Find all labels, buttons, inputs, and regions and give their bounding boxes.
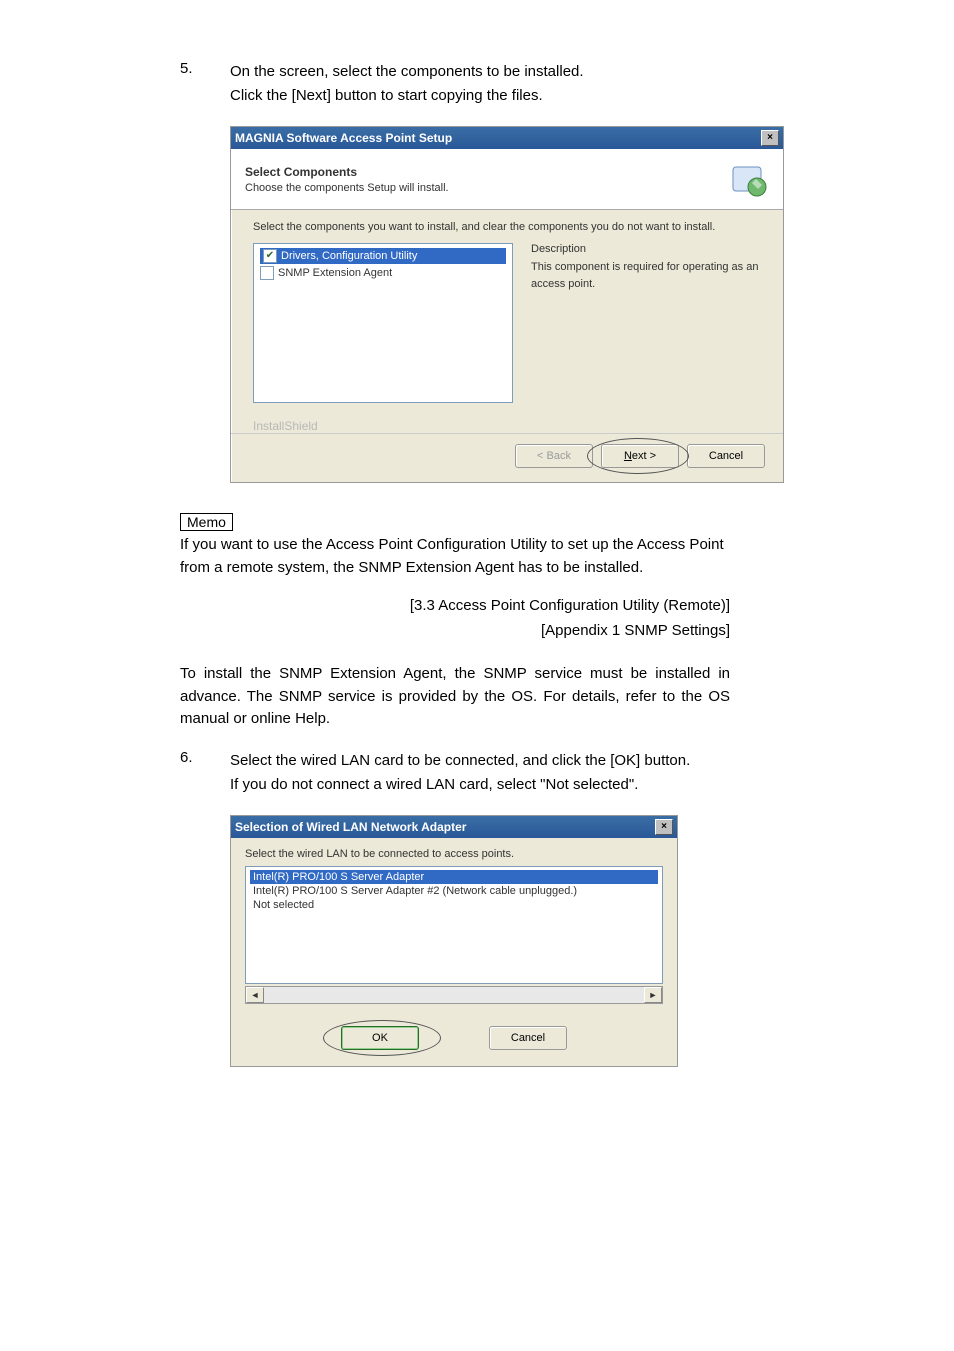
snmp-paragraph: To install the SNMP Extension Agent, the… <box>180 663 730 731</box>
dialog-title: Selection of Wired LAN Network Adapter <box>235 820 466 834</box>
step-number: 5. <box>180 60 230 108</box>
step-text: Select the wired LAN card to be connecte… <box>230 749 730 797</box>
installer-icon <box>729 159 769 199</box>
step-text: On the screen, select the components to … <box>230 60 730 108</box>
adapter-option-3[interactable]: Not selected <box>250 898 658 912</box>
dialog-subheading: Choose the components Setup will install… <box>245 182 449 194</box>
adapter-listbox[interactable]: Intel(R) PRO/100 S Server Adapter Intel(… <box>245 866 663 984</box>
horizontal-scrollbar[interactable]: ◄ ► <box>245 986 663 1004</box>
memo-label: Memo <box>180 513 233 531</box>
next-button[interactable]: Next > <box>601 444 679 468</box>
component-item-snmp[interactable]: SNMP Extension Agent <box>260 266 506 280</box>
scroll-right-icon[interactable]: ► <box>644 987 662 1003</box>
back-button: < Back <box>515 444 593 468</box>
installshield-brand: InstallShield <box>231 411 783 433</box>
select-components-dialog: MAGNIA Software Access Point Setup × Sel… <box>230 126 784 483</box>
step-number: 6. <box>180 749 230 797</box>
adapter-option-1[interactable]: Intel(R) PRO/100 S Server Adapter <box>250 870 658 884</box>
cancel-button[interactable]: Cancel <box>687 444 765 468</box>
description-text: This component is required for operating… <box>531 259 761 292</box>
dialog-title: MAGNIA Software Access Point Setup <box>235 131 452 145</box>
cancel-button[interactable]: Cancel <box>489 1026 567 1050</box>
adapter-option-2[interactable]: Intel(R) PRO/100 S Server Adapter #2 (Ne… <box>250 884 658 898</box>
components-listbox[interactable]: ✔ Drivers, Configuration Utility SNMP Ex… <box>253 243 513 403</box>
close-icon[interactable]: × <box>655 819 673 835</box>
reference-link-1: [3.3 Access Point Configuration Utility … <box>180 597 730 614</box>
dialog-titlebar: Selection of Wired LAN Network Adapter × <box>231 816 677 838</box>
ok-button[interactable]: OK <box>341 1026 419 1050</box>
component-item-drivers[interactable]: ✔ Drivers, Configuration Utility <box>260 248 506 264</box>
dialog-instruction: Select the components you want to instal… <box>253 220 761 235</box>
dialog-titlebar: MAGNIA Software Access Point Setup × <box>231 127 783 149</box>
dialog-instruction: Select the wired LAN to be connected to … <box>245 848 663 860</box>
description-label: Description <box>531 243 761 255</box>
scroll-left-icon[interactable]: ◄ <box>246 987 264 1003</box>
select-adapter-dialog: Selection of Wired LAN Network Adapter ×… <box>230 815 678 1067</box>
memo-paragraph: If you want to use the Access Point Conf… <box>180 534 730 579</box>
checkbox-checked-icon[interactable]: ✔ <box>263 249 277 263</box>
dialog-heading: Select Components <box>245 165 449 179</box>
reference-link-2: [Appendix 1 SNMP Settings] <box>180 622 730 639</box>
checkbox-unchecked-icon[interactable] <box>260 266 274 280</box>
close-icon[interactable]: × <box>761 130 779 146</box>
